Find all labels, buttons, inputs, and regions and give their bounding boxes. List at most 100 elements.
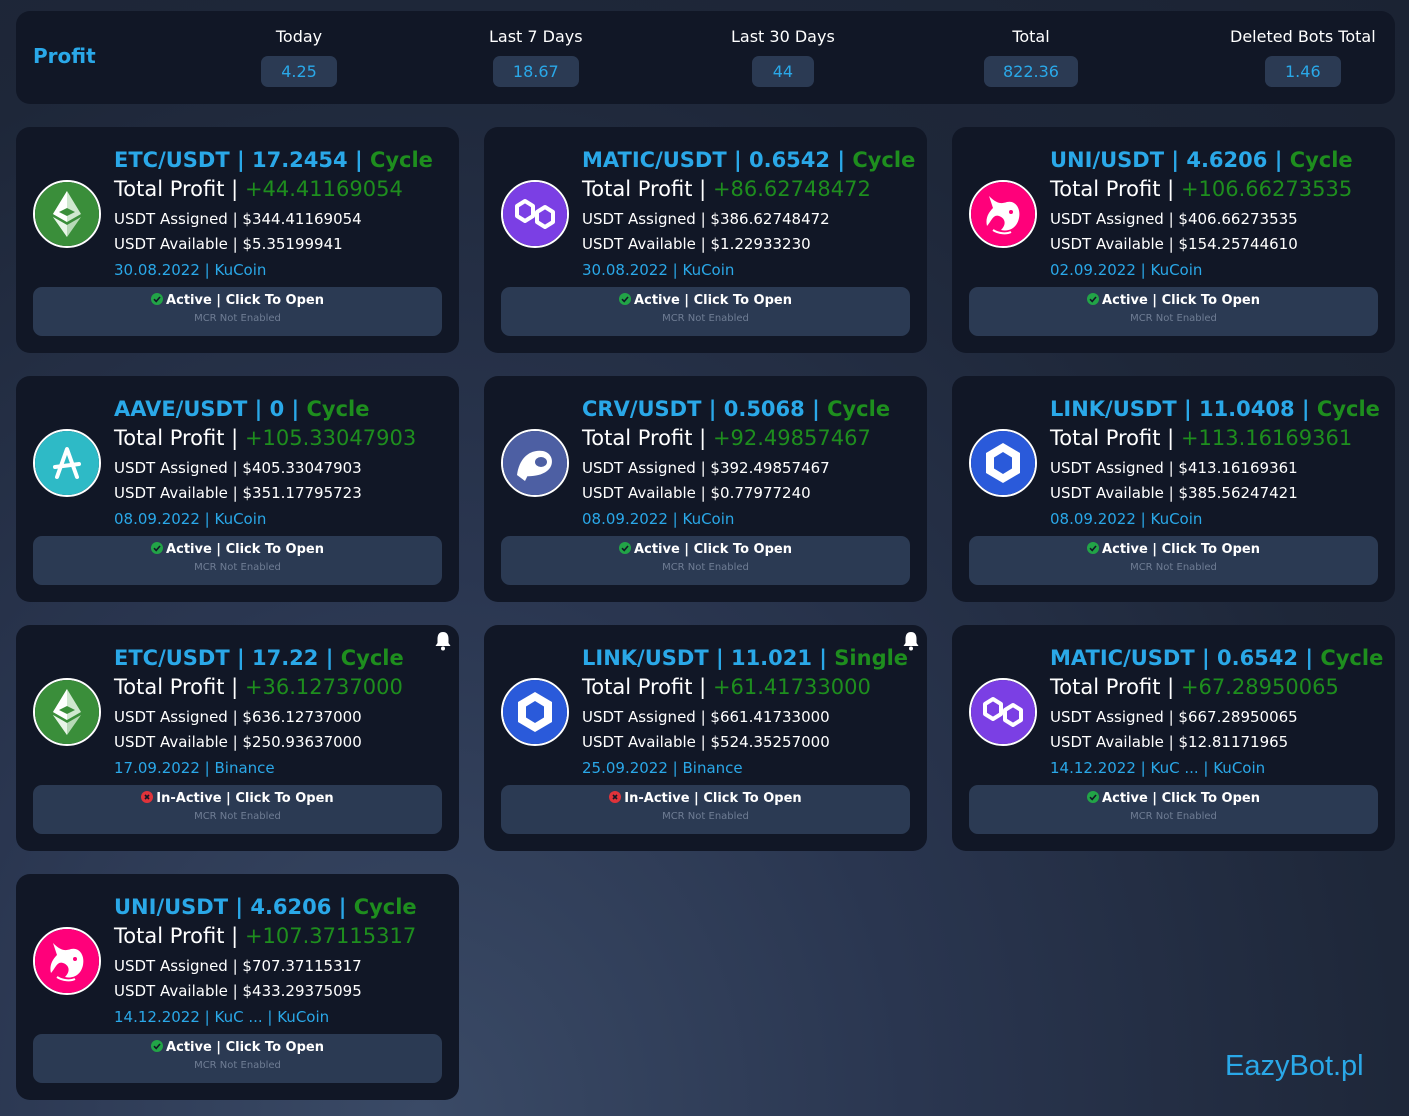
bot-title: UNI/USDT | 4.6206 | Cycle <box>1050 148 1353 172</box>
separator: | <box>695 459 711 477</box>
separator: | <box>227 210 243 228</box>
separator: | <box>1163 733 1179 751</box>
status-line: Active | Click To Open <box>33 293 442 308</box>
usdt-available-label: USDT Available <box>114 982 228 1000</box>
stat-value: 4.25 <box>261 56 337 87</box>
separator: | <box>199 1008 215 1026</box>
usdt-available-value: $12.81171965 <box>1178 733 1289 751</box>
usdt-assigned-value: $413.16169361 <box>1178 459 1298 477</box>
total-profit-row: Total Profit | +113.16169361 <box>1050 426 1352 450</box>
bot-card[interactable]: ETC/USDT | 17.22 | Cycle Total Profit | +… <box>16 625 459 851</box>
exchange-name: KuCoin <box>214 510 267 528</box>
separator: | <box>1176 397 1199 421</box>
stat-deleted-bots-total: Deleted Bots Total 1.46 <box>1230 25 1376 87</box>
bot-card[interactable]: UNI/USDT | 4.6206 | Cycle Total Profit | … <box>952 127 1395 353</box>
usdt-assigned-row: USDT Assigned | $636.12737000 <box>114 708 362 726</box>
bot-card[interactable]: ETC/USDT | 17.2454 | Cycle Total Profit |… <box>16 127 459 353</box>
status-text: Active <box>1102 293 1148 308</box>
open-bot-button[interactable]: Active | Click To Open MCR Not Enabled <box>969 536 1378 585</box>
separator: | <box>708 646 731 670</box>
separator: | <box>211 542 226 557</box>
separator: | <box>679 293 694 308</box>
mcr-status: MCR Not Enabled <box>194 562 281 573</box>
bot-card[interactable]: MATIC/USDT | 0.6542 | Cycle Total Profit … <box>952 625 1395 851</box>
mcr-status: MCR Not Enabled <box>1130 811 1217 822</box>
usdt-assigned-label: USDT Assigned <box>1050 210 1164 228</box>
bot-mode: Cycle <box>1316 397 1380 421</box>
click-to-open-label: Click To Open <box>693 293 792 308</box>
bot-card[interactable]: AAVE/USDT | 0 | Cycle Total Profit | +105… <box>16 376 459 602</box>
total-profit-value: +113.16169361 <box>1180 426 1353 450</box>
separator: | <box>224 177 245 201</box>
mcr-status: MCR Not Enabled <box>662 562 749 573</box>
open-bot-button[interactable]: Active | Click To Open MCR Not Enabled <box>969 785 1378 834</box>
mcr-status: MCR Not Enabled <box>194 1060 281 1071</box>
total-profit-row: Total Profit | +36.12737000 <box>114 675 403 699</box>
bot-card[interactable]: LINK/USDT | 11.0408 | Cycle Total Profit … <box>952 376 1395 602</box>
click-to-open-label: Click To Open <box>1161 791 1260 806</box>
usdt-available-row: USDT Available | $154.25744610 <box>1050 235 1298 253</box>
click-to-open-label: Click To Open <box>225 293 324 308</box>
separator: | <box>227 459 243 477</box>
created-date: 17.09.2022 <box>114 759 200 777</box>
bot-card[interactable]: LINK/USDT | 11.021 | Single Total Profit … <box>484 625 927 851</box>
separator: | <box>1267 148 1290 172</box>
status-text: In-Active <box>624 791 690 806</box>
separator: | <box>227 484 243 502</box>
separator: | <box>695 235 711 253</box>
usdt-assigned-value: $406.66273535 <box>1178 210 1298 228</box>
open-bot-button[interactable]: Active | Click To Open MCR Not Enabled <box>501 536 910 585</box>
bot-card[interactable]: CRV/USDT | 0.5068 | Cycle Total Profit | … <box>484 376 927 602</box>
usdt-assigned-row: USDT Assigned | $667.28950065 <box>1050 708 1298 726</box>
stat-last-7-days: Last 7 Days 18.67 <box>489 25 583 87</box>
separator: | <box>726 148 749 172</box>
price: 11.021 <box>730 646 812 670</box>
bot-mode: Cycle <box>353 895 417 919</box>
separator: | <box>199 759 215 777</box>
status-text: In-Active <box>156 791 222 806</box>
stat-last-30-days: Last 30 Days 44 <box>731 25 835 87</box>
bot-card[interactable]: UNI/USDT | 4.6206 | Cycle Total Profit | … <box>16 874 459 1100</box>
usdt-assigned-value: $405.33047903 <box>242 459 362 477</box>
uniswap-icon <box>33 927 101 995</box>
open-bot-button[interactable]: Active | Click To Open MCR Not Enabled <box>33 287 442 336</box>
total-profit-label: Total Profit <box>114 675 225 699</box>
open-bot-button[interactable]: Active | Click To Open MCR Not Enabled <box>33 1034 442 1083</box>
check-circle-icon <box>151 293 164 305</box>
ethereum-classic-icon <box>33 678 101 746</box>
open-bot-button[interactable]: In-Active | Click To Open MCR Not Enabled <box>33 785 442 834</box>
open-bot-button[interactable]: Active | Click To Open MCR Not Enabled <box>501 287 910 336</box>
brand-logo-text: EazyBot.pl <box>1225 1050 1364 1082</box>
ethereum-classic-icon <box>33 180 101 248</box>
usdt-available-label: USDT Available <box>1050 484 1164 502</box>
total-profit-value: +67.28950065 <box>1180 675 1339 699</box>
open-bot-button[interactable]: Active | Click To Open MCR Not Enabled <box>969 287 1378 336</box>
usdt-assigned-label: USDT Assigned <box>582 210 696 228</box>
total-profit-value: +92.49857467 <box>712 426 871 450</box>
usdt-assigned-value: $386.62748472 <box>710 210 830 228</box>
stat-label: Today <box>275 27 323 46</box>
click-to-open-label: Click To Open <box>235 791 334 806</box>
bot-title: ETC/USDT | 17.22 | Cycle <box>114 646 404 670</box>
date-exchange-row: 14.12.2022 | KuC ... | KuCoin <box>114 1008 329 1026</box>
profit-summary-bar: Profit Today 4.25 Last 7 Days 18.67 Last… <box>16 11 1395 104</box>
usdt-assigned-value: $636.12737000 <box>242 708 362 726</box>
usdt-assigned-row: USDT Assigned | $344.41169054 <box>114 210 362 228</box>
separator: | <box>1135 261 1151 279</box>
separator: | <box>1298 646 1321 670</box>
total-profit-value: +107.37115317 <box>244 924 417 948</box>
usdt-assigned-label: USDT Assigned <box>582 459 696 477</box>
bot-card[interactable]: MATIC/USDT | 0.6542 | Cycle Total Profit … <box>484 127 927 353</box>
pair: CRV/USDT <box>582 397 702 421</box>
open-bot-button[interactable]: In-Active | Click To Open MCR Not Enabled <box>501 785 910 834</box>
status-line: In-Active | Click To Open <box>33 791 442 806</box>
bot-mode: Cycle <box>827 397 891 421</box>
total-profit-value: +105.33047903 <box>244 426 417 450</box>
separator: | <box>1147 293 1162 308</box>
status-text: Active <box>166 542 212 557</box>
open-bot-button[interactable]: Active | Click To Open MCR Not Enabled <box>33 536 442 585</box>
bell-icon[interactable] <box>434 631 452 651</box>
separator: | <box>804 397 828 421</box>
separator: | <box>1164 148 1187 172</box>
separator: | <box>1135 759 1151 777</box>
